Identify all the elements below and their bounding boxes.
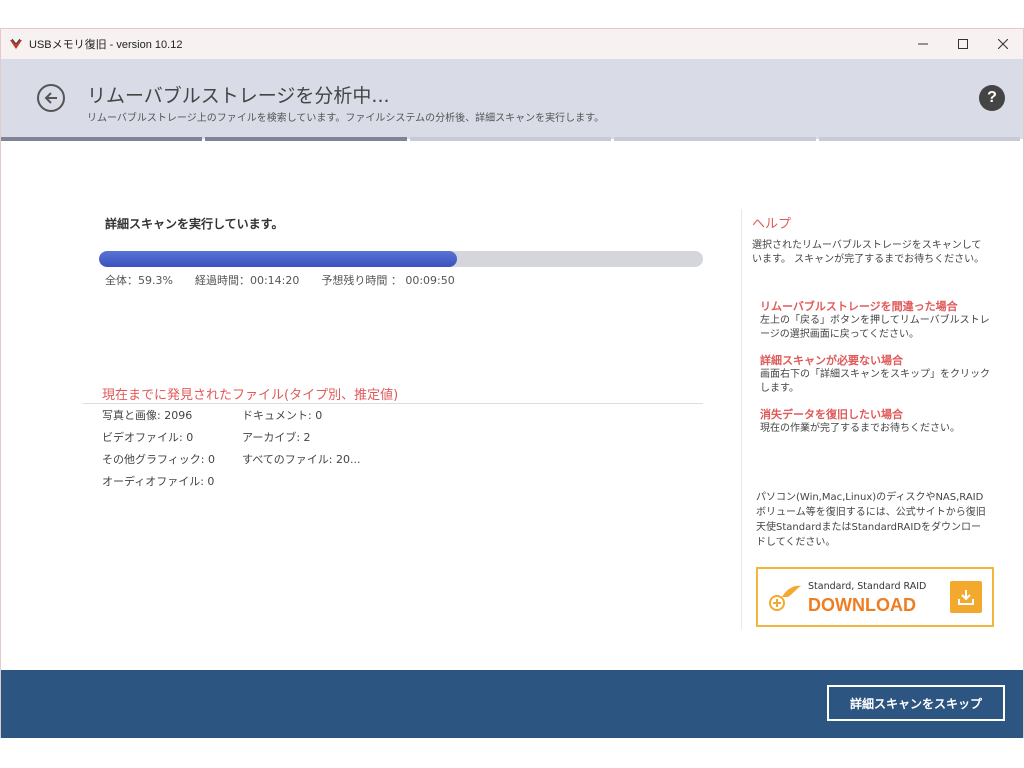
scan-progress-bar	[99, 251, 703, 267]
found-file-count: 写真と画像: 2096	[102, 409, 193, 422]
help-case: 消失データを復旧したい場合 現在の作業が完了するまでお待ちください。	[760, 407, 995, 436]
help-button[interactable]: ?	[979, 85, 1005, 111]
close-icon	[998, 39, 1008, 49]
help-intro: 選択されたリムーバブルストレージをスキャンしています。 スキャンが完了するまでお…	[752, 240, 985, 265]
page-header: リムーバブルストレージを分析中... リムーバブルストレージ上のファイルを検索し…	[1, 59, 1023, 139]
step-indicator	[1, 137, 1023, 141]
title-bar: USBメモリ復旧 - version 10.12	[1, 29, 1023, 59]
app-logo-icon	[10, 38, 22, 49]
remaining-time-text: 予想残り時間 ： 00:09:50	[321, 274, 455, 287]
step-segment	[1, 137, 203, 141]
question-icon: ?	[987, 89, 997, 106]
step-segment	[818, 137, 1021, 141]
skip-scan-button[interactable]: 詳細スキャンをスキップ	[827, 685, 1005, 721]
promo-text: パソコン(Win,Mac,Linux)のディスクやNAS,RAIDボリューム等を…	[756, 492, 986, 548]
help-case-title: 消失データを復旧したい場合	[760, 408, 903, 421]
window-controls	[903, 29, 1023, 59]
angel-wing-icon	[769, 585, 801, 611]
window-title: USBメモリ復旧 - version 10.12	[29, 39, 183, 51]
app-window: USBメモリ復旧 - version 10.12 リムーバブルストレージを分析中…	[0, 28, 1024, 738]
scan-stats: 全体：59.3% 経過時間：00:14:20 予想残り時間 ： 00:09:50	[105, 272, 455, 288]
found-file-count	[242, 475, 402, 489]
help-heading: ヘルプ	[752, 217, 792, 232]
help-case-title: 詳細スキャンが必要ない場合	[760, 354, 903, 367]
overall-progress-text: 全体：59.3%	[105, 274, 173, 287]
maximize-icon	[958, 39, 968, 49]
page-subtitle: リムーバブルストレージ上のファイルを検索しています。ファイルシステムの分析後、詳…	[87, 113, 605, 124]
download-button[interactable]	[950, 581, 982, 613]
arrow-left-icon	[44, 92, 57, 104]
close-button[interactable]	[983, 29, 1023, 59]
help-panel: ヘルプ 選択されたリムーバブルストレージをスキャンしています。 スキャンが完了す…	[741, 209, 1002, 629]
found-file-count: その他グラフィック: 0	[102, 453, 215, 466]
step-segment	[205, 137, 407, 141]
back-button[interactable]	[37, 84, 65, 112]
help-case-body: 左上の「戻る」ボタンを押してリムーバブルストレージの選択画面に戻ってください。	[760, 315, 990, 340]
download-subtitle: Standard, Standard RAID	[808, 581, 927, 592]
found-file-count: オーディオファイル: 0	[102, 475, 215, 488]
help-case-title: リムーバブルストレージを間違った場合	[760, 300, 958, 313]
footer-bar: 詳細スキャンをスキップ	[1, 670, 1023, 738]
found-files-list: 写真と画像: 2096 ドキュメント: 0 ビデオファイル: 0 アーカイブ: …	[102, 409, 402, 489]
found-file-count: ビデオファイル: 0	[102, 431, 194, 444]
help-case-body: 画面右下の「詳細スキャンをスキップ」をクリックします。	[760, 369, 990, 394]
step-segment	[614, 137, 816, 141]
help-case-body: 現在の作業が完了するまでお待ちください。	[760, 423, 960, 434]
help-case: 詳細スキャンが必要ない場合 画面右下の「詳細スキャンをスキップ」をクリックします…	[760, 353, 995, 396]
found-files-title: 現在までに発見されたファイル(タイプ別、推定値)	[102, 388, 399, 403]
found-file-count: ドキュメント: 0	[242, 409, 323, 422]
found-file-count: すべてのファイル: 20...	[242, 453, 361, 466]
maximize-button[interactable]	[943, 29, 983, 59]
divider	[83, 403, 703, 404]
help-case: リムーバブルストレージを間違った場合 左上の「戻る」ボタンを押してリムーバブルス…	[760, 299, 995, 342]
scan-status-label: 詳細スキャンを実行しています。	[105, 217, 284, 231]
found-file-count: アーカイブ: 2	[242, 431, 311, 444]
download-icon	[958, 590, 974, 605]
scan-progress-fill	[99, 251, 458, 267]
minimize-icon	[918, 43, 928, 45]
download-banner[interactable]: Standard, Standard RAID DOWNLOAD	[756, 567, 994, 627]
step-segment	[409, 137, 612, 141]
download-label: DOWNLOAD	[808, 595, 916, 615]
page-title: リムーバブルストレージを分析中...	[87, 85, 390, 107]
elapsed-time-text: 経過時間：00:14:20	[194, 274, 300, 287]
minimize-button[interactable]	[903, 29, 943, 59]
